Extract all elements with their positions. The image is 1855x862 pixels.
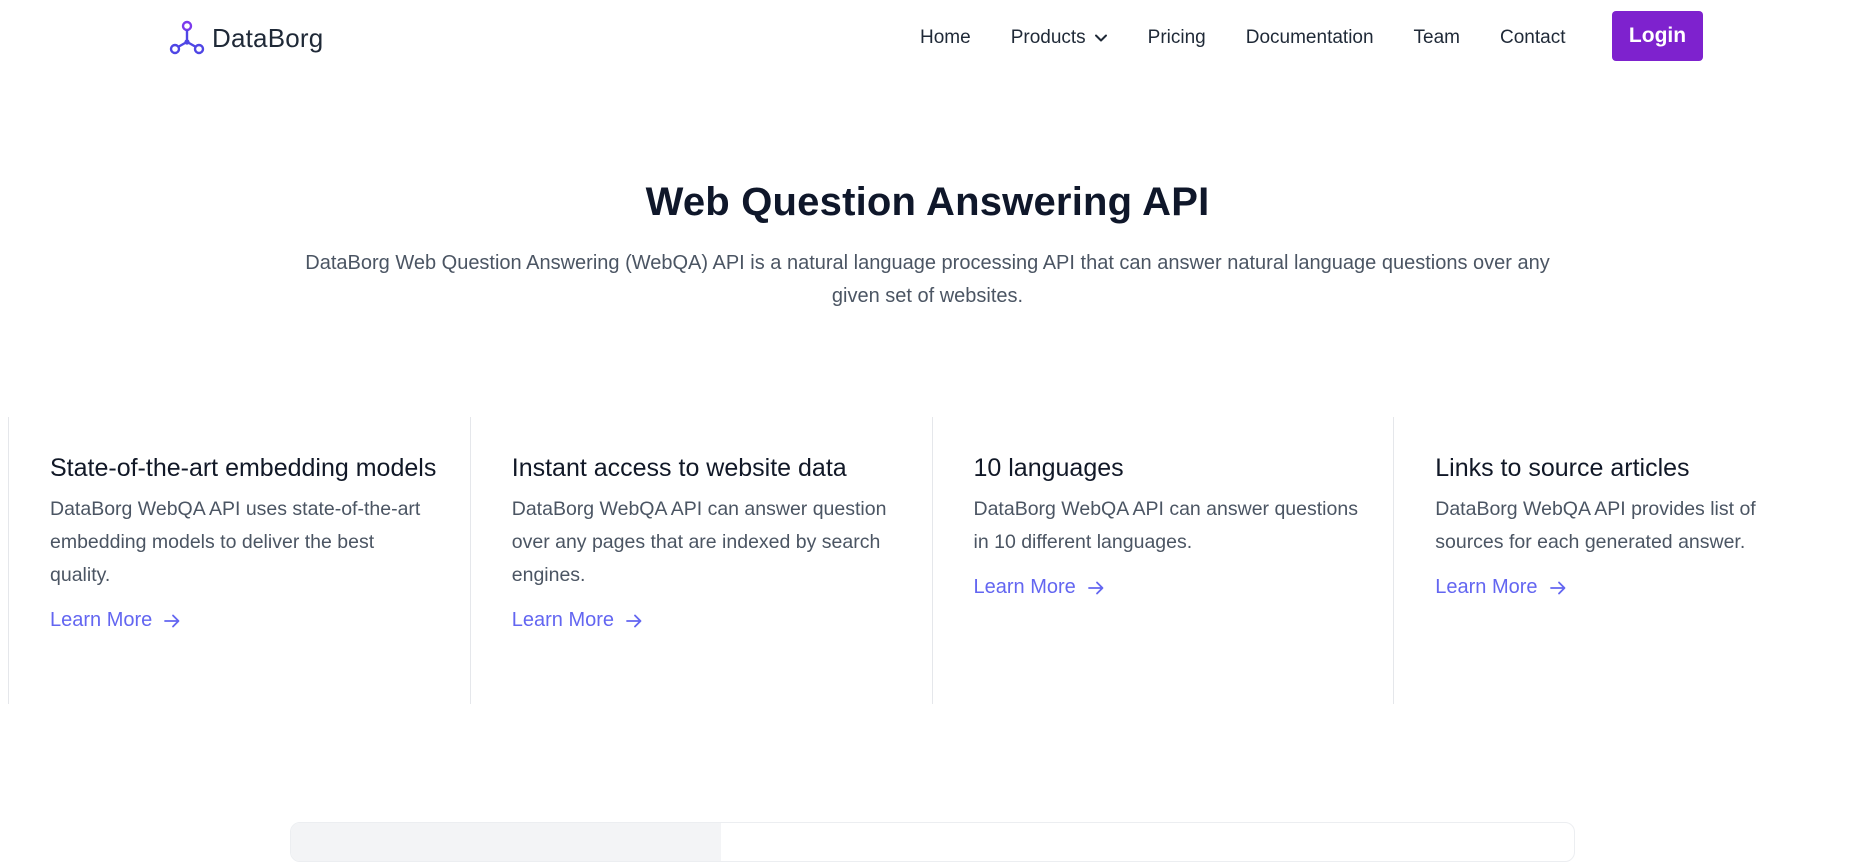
arrow-right-icon [1549, 581, 1565, 594]
main-menu: Home Products Pricing Documentation Team… [920, 20, 1606, 56]
arrow-right-icon [1087, 581, 1104, 594]
arrow-right-icon [164, 614, 180, 627]
brand-name: DataBorg [212, 22, 324, 53]
feature-title: Links to source articles [1435, 454, 1690, 482]
nav-home[interactable]: Home [920, 27, 971, 49]
nav-contact[interactable]: Contact [1500, 27, 1565, 49]
learn-more-label: Learn More [511, 609, 615, 631]
learn-more-link[interactable]: Learn More [1435, 576, 1567, 599]
molecule-nodes-icon [169, 20, 205, 55]
learn-more-label: Learn More [50, 609, 153, 631]
nav-pricing[interactable]: Pricing [1148, 27, 1206, 49]
nav-documentation[interactable]: Documentation [1246, 27, 1374, 49]
feature-card-languages: 10 languages DataBorg WebQA API can answ… [931, 417, 1394, 704]
feature-description: DataBorg WebQA API provides list of sour… [1435, 498, 1756, 553]
nav-team-label: Team [1413, 27, 1461, 48]
learn-more-link[interactable]: Learn More [50, 609, 182, 632]
learn-more-label: Learn More [973, 576, 1076, 598]
feature-description: DataBorg WebQA API uses state-of-the-art… [50, 498, 421, 586]
feature-description: DataBorg WebQA API can answer question o… [511, 498, 887, 586]
learn-more-label: Learn More [1435, 576, 1538, 598]
top-navigation: DataBorg Home Products Pricing Documenta… [0, 0, 1855, 76]
feature-card-sources: Links to source articles DataBorg WebQA … [1393, 417, 1855, 704]
brand-logo-link[interactable]: DataBorg [168, 18, 323, 58]
login-button[interactable]: Login [1612, 11, 1703, 61]
demo-tab-active[interactable] [291, 823, 721, 861]
features-grid: State-of-the-art embedding models DataBo… [8, 417, 1855, 704]
demo-panel [290, 822, 1575, 862]
nav-documentation-label: Documentation [1245, 27, 1374, 48]
chevron-down-icon [1094, 34, 1107, 42]
hero-section: Web Question Answering API DataBorg Web … [0, 180, 1855, 313]
nav-products[interactable]: Products [1011, 27, 1108, 49]
nav-home-label: Home [920, 27, 971, 48]
page-title: Web Question Answering API [645, 180, 1210, 224]
hero-description: DataBorg Web Question Answering (WebQA) … [305, 252, 1550, 307]
feature-title: State-of-the-art embedding models [50, 454, 437, 482]
feature-card-embedding: State-of-the-art embedding models DataBo… [8, 417, 470, 704]
learn-more-link[interactable]: Learn More [512, 609, 644, 632]
arrow-right-icon [626, 614, 642, 627]
feature-title: Instant access to website data [511, 454, 847, 482]
nav-team[interactable]: Team [1414, 27, 1460, 49]
nav-contact-label: Contact [1500, 27, 1566, 48]
nav-products-label: Products [1010, 27, 1086, 48]
feature-card-website-data: Instant access to website data DataBorg … [469, 417, 932, 704]
feature-title: 10 languages [973, 454, 1124, 482]
nav-pricing-label: Pricing [1147, 27, 1206, 48]
learn-more-link[interactable]: Learn More [974, 576, 1106, 599]
feature-description: DataBorg WebQA API can answer questions … [973, 498, 1358, 553]
